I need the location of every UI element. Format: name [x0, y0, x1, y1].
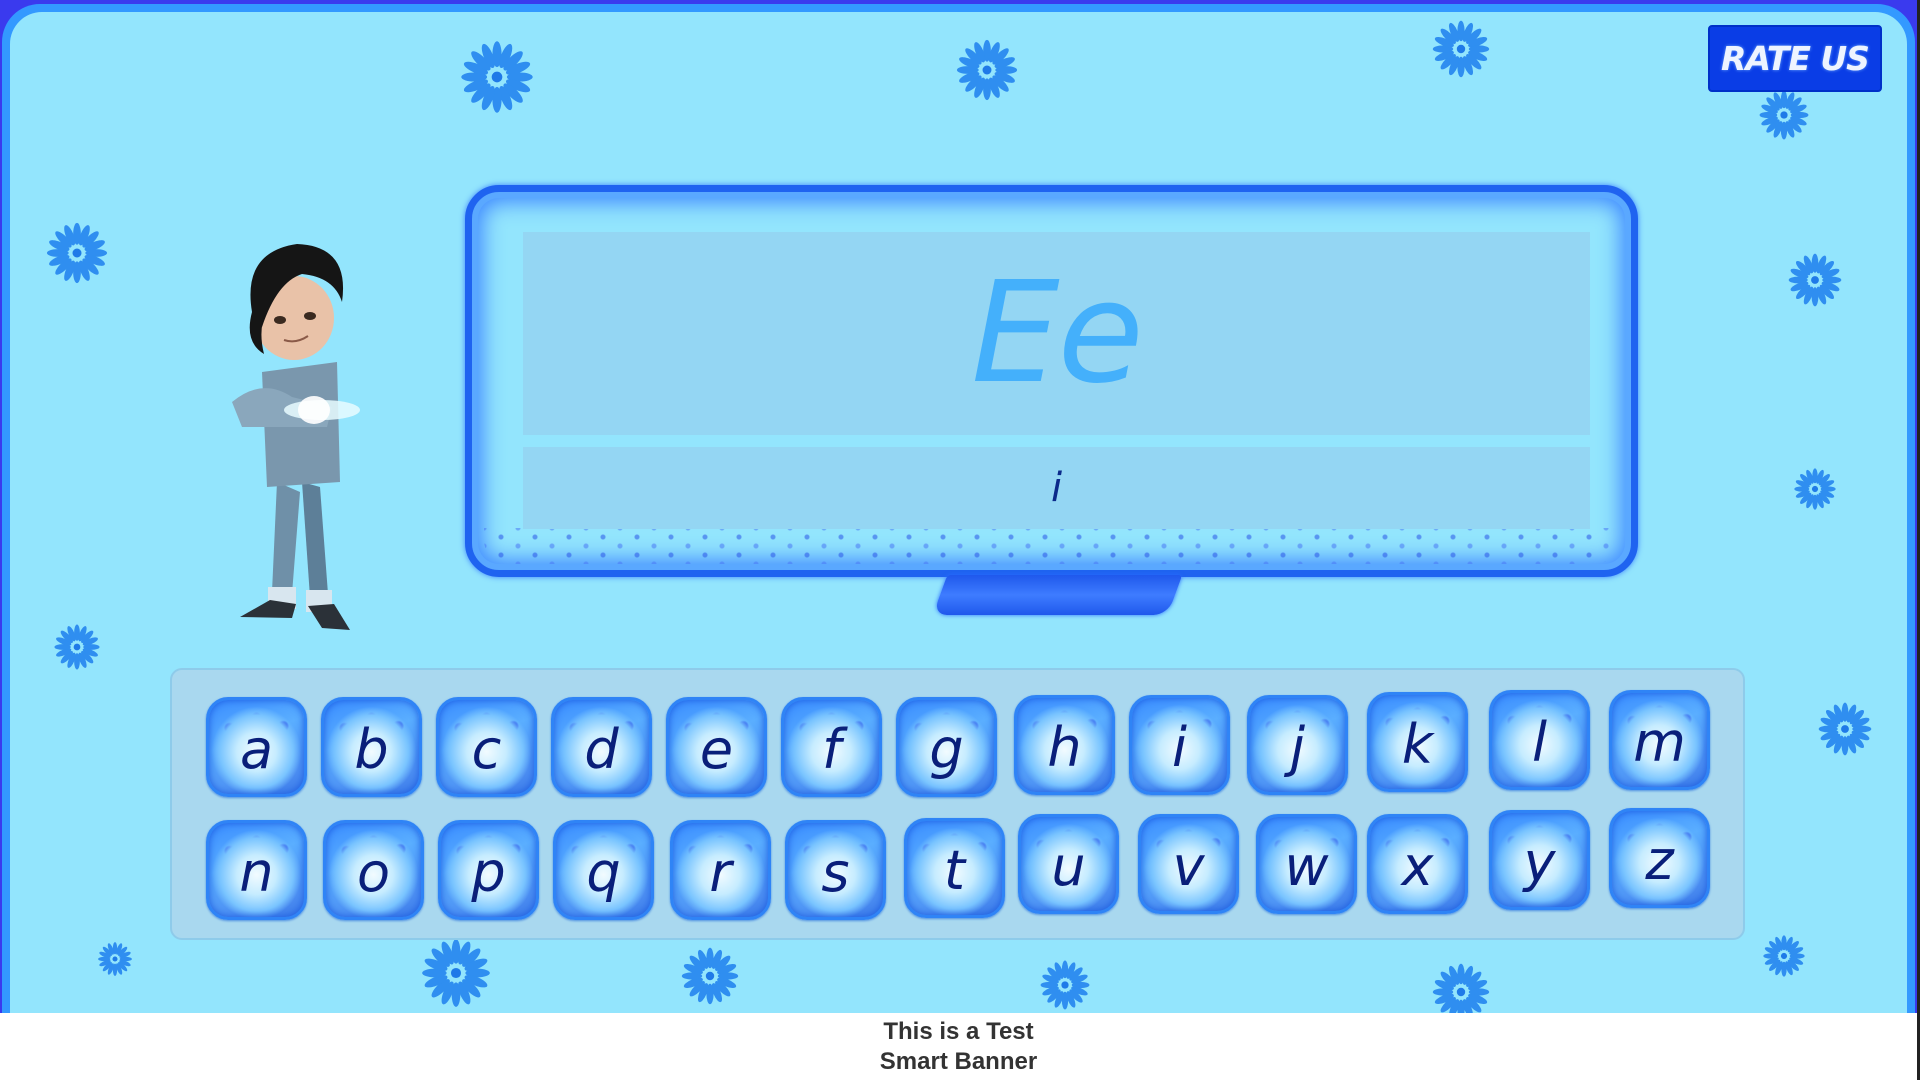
key-c[interactable]: c	[436, 697, 537, 797]
snowflake-icon	[681, 947, 739, 1005]
banner-line-2: Smart Banner	[879, 1047, 1038, 1075]
key-label: u	[1051, 835, 1086, 898]
snowflake-icon	[1040, 960, 1090, 1010]
key-label: c	[471, 718, 502, 781]
rate-us-button[interactable]: RATE US	[1708, 25, 1882, 92]
snowflake-icon	[956, 39, 1018, 101]
key-m[interactable]: m	[1609, 690, 1710, 790]
key-label: n	[239, 841, 274, 904]
key-t[interactable]: t	[904, 818, 1005, 918]
hint-panel: i	[523, 447, 1590, 529]
key-label: i	[1171, 716, 1187, 779]
key-h[interactable]: h	[1014, 695, 1115, 795]
key-label: r	[709, 841, 732, 904]
board-stand	[932, 575, 1183, 615]
key-u[interactable]: u	[1018, 814, 1119, 914]
key-label: j	[1289, 716, 1305, 779]
key-label: g	[929, 718, 964, 781]
key-label: h	[1047, 716, 1082, 779]
key-g[interactable]: g	[896, 697, 997, 797]
key-label: k	[1401, 713, 1434, 776]
snowflake-icon	[46, 222, 108, 284]
key-label: d	[584, 718, 619, 781]
key-e[interactable]: e	[666, 697, 767, 797]
snowflake-icon	[1432, 20, 1490, 78]
key-y[interactable]: y	[1489, 810, 1590, 910]
key-label: w	[1284, 835, 1329, 898]
key-b[interactable]: b	[321, 697, 422, 797]
key-label: x	[1401, 835, 1434, 898]
key-label: f	[821, 718, 841, 781]
key-j[interactable]: j	[1247, 695, 1348, 795]
key-v[interactable]: v	[1138, 814, 1239, 914]
key-label: t	[943, 839, 966, 902]
key-z[interactable]: z	[1609, 808, 1710, 908]
snowflake-icon	[98, 942, 132, 976]
snowflake-icon	[1794, 468, 1836, 510]
key-l[interactable]: l	[1489, 690, 1590, 790]
key-label: m	[1633, 711, 1686, 774]
key-label: s	[821, 841, 850, 904]
key-label: o	[356, 841, 391, 904]
snowflake-icon	[422, 939, 490, 1007]
snowflake-icon	[1818, 702, 1872, 756]
key-label: e	[699, 718, 734, 781]
key-x[interactable]: x	[1367, 814, 1468, 914]
key-d[interactable]: d	[551, 697, 652, 797]
smart-banner-ad[interactable]: This is a Test Smart Banner	[0, 1013, 1917, 1080]
snowflake-icon	[461, 41, 533, 113]
key-label: p	[471, 841, 506, 904]
banner-line-1: This is a Test	[883, 1017, 1034, 1045]
current-letter-panel: Ee	[523, 232, 1590, 435]
snowflake-icon	[54, 624, 100, 670]
key-label: q	[586, 841, 621, 904]
key-label: y	[1523, 831, 1556, 894]
snowflake-icon	[1759, 90, 1809, 140]
key-n[interactable]: n	[206, 820, 307, 920]
key-k[interactable]: k	[1367, 692, 1468, 792]
key-a[interactable]: a	[206, 697, 307, 797]
key-w[interactable]: w	[1256, 814, 1357, 914]
snowflake-icon	[1763, 935, 1805, 977]
key-i[interactable]: i	[1129, 695, 1230, 795]
key-s[interactable]: s	[785, 820, 886, 920]
key-label: a	[239, 718, 274, 781]
hint-letter: i	[1050, 465, 1063, 511]
key-label: b	[354, 718, 389, 781]
snowflake-icon	[1788, 253, 1842, 307]
key-f[interactable]: f	[781, 697, 882, 797]
key-p[interactable]: p	[438, 820, 539, 920]
key-r[interactable]: r	[670, 820, 771, 920]
key-o[interactable]: o	[323, 820, 424, 920]
key-q[interactable]: q	[553, 820, 654, 920]
character-boy-icon	[232, 244, 360, 630]
key-label: l	[1531, 711, 1547, 774]
key-label: z	[1645, 829, 1674, 892]
key-label: v	[1172, 835, 1205, 898]
current-letter: Ee	[971, 251, 1144, 415]
